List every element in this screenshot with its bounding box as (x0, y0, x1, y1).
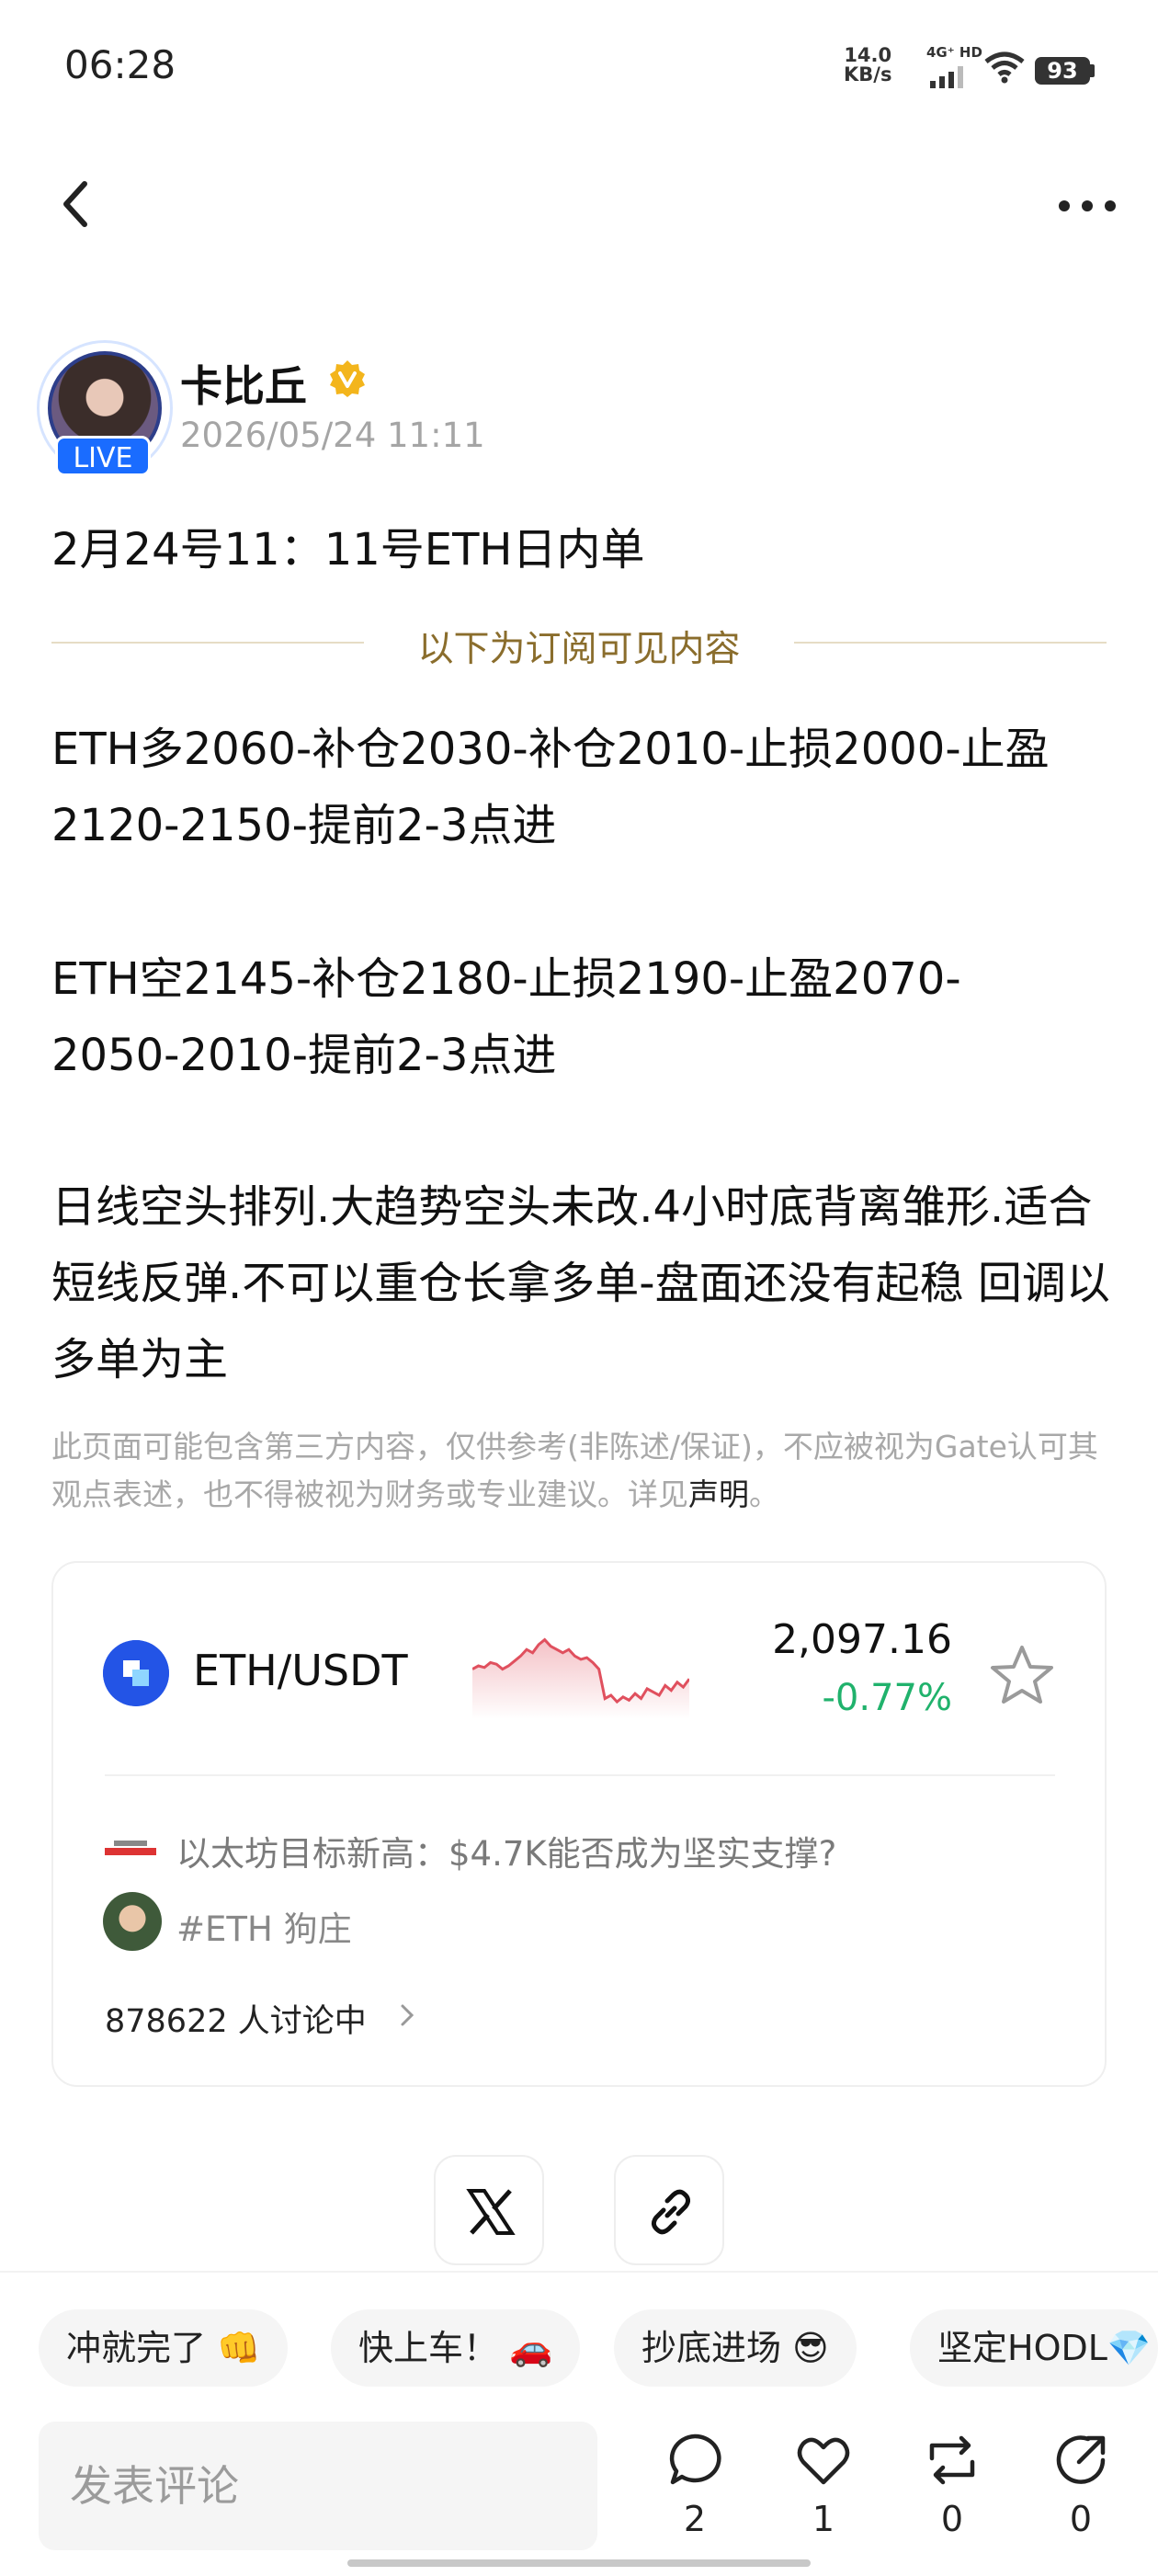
net-speed-value: 14.0 (844, 44, 892, 66)
post-paragraph-short: ETH空2145-补仓2180-止损2190-止盈2070-2050-2010-… (51, 953, 961, 1081)
disclaimer-end: 。 (749, 1476, 779, 1512)
disclaimer: 此页面可能包含第三方内容，仅供参考(非陈述/保证)，不应被视为Gate认可其观点… (51, 1423, 1118, 1519)
like-count: 1 (812, 2499, 835, 2539)
disclaimer-link[interactable]: 声明 (688, 1476, 749, 1512)
more-icon[interactable] (1055, 197, 1119, 215)
battery-cap (1090, 64, 1095, 77)
market-pair[interactable]: ETH/USDT (193, 1646, 408, 1695)
card-divider (105, 1774, 1055, 1776)
wifi-icon (984, 51, 1025, 84)
back-icon[interactable] (53, 177, 99, 232)
price-sparkline (472, 1637, 689, 1719)
link-icon (651, 2189, 691, 2235)
status-time: 06:28 (64, 42, 176, 87)
share-count: 0 (1069, 2499, 1093, 2539)
chevron-right-icon[interactable] (397, 2000, 417, 2030)
net-speed: 14.0 KB/s (844, 46, 891, 85)
copy-link-button[interactable] (614, 2155, 724, 2265)
net-speed-unit: KB/s (844, 63, 892, 85)
quick-reply-chip[interactable]: 抄底进场 😎 (614, 2309, 857, 2387)
quick-reply-chip[interactable]: 快上车！ 🚗 (331, 2309, 581, 2387)
share-x-button[interactable] (434, 2155, 544, 2265)
repost-icon[interactable] (923, 2431, 982, 2490)
quick-reply-chip[interactable]: 坚定HODL💎 (910, 2309, 1158, 2387)
star-icon[interactable] (989, 1644, 1055, 1706)
disclaimer-text: 此页面可能包含第三方内容，仅供参考(非陈述/保证)，不应被视为Gate认可其观点… (51, 1429, 1098, 1512)
comment-icon[interactable] (665, 2431, 724, 2490)
post-paragraph-analysis: 日线空头排列.大趋势空头未改.4小时底背离雏形.适合短线反弹.不可以重仓长拿多单… (51, 1181, 1110, 1385)
post-title: 2月24号11：11号ETH日内单 (51, 524, 645, 576)
tag-avatar (103, 1892, 162, 1951)
comment-input[interactable]: 发表评论 (39, 2422, 597, 2550)
verified-icon (330, 360, 365, 397)
like-icon[interactable] (794, 2431, 853, 2490)
status-bar: 06:28 14.0 KB/s 4G⁺ HD 93 (0, 0, 1158, 138)
home-indicator[interactable] (347, 2559, 811, 2567)
market-change: -0.77% (822, 1677, 952, 1719)
discussion-count[interactable]: 878622 人讨论中 (105, 1995, 367, 2042)
divider-left (51, 642, 364, 644)
share-icon[interactable] (1051, 2431, 1110, 2490)
network-type: 4G⁺ HD (926, 44, 982, 61)
post-timestamp: 2026/05/24 11:11 (180, 416, 485, 455)
comment-count: 2 (683, 2499, 707, 2539)
market-price: 2,097.16 (772, 1616, 952, 1663)
battery-icon: 93 (1035, 57, 1090, 85)
sparkline-area (472, 1639, 689, 1719)
author-name[interactable]: 卡比丘 (180, 353, 307, 414)
gate-coin-icon (103, 1640, 169, 1706)
topic-tag[interactable]: #ETH 狗庄 (176, 1901, 352, 1951)
news-link[interactable]: 以太坊目标新高：$4.7K能否成为坚实支撑? (176, 1826, 836, 1875)
divider-right (794, 642, 1107, 644)
live-badge[interactable]: LIVE (55, 436, 151, 476)
subscriber-divider-label: 以下为订阅可见内容 (417, 629, 741, 670)
quick-reply-chip[interactable]: 冲就完了 👊 (39, 2309, 289, 2387)
post-paragraph-long: ETH多2060-补仓2030-补仓2010-止损2000-止盈2120-215… (51, 724, 1050, 851)
cell-signal-icon (930, 66, 963, 88)
repost-count: 0 (940, 2499, 964, 2539)
x-logo-icon (466, 2189, 516, 2235)
news-source-logo (105, 1841, 156, 1855)
